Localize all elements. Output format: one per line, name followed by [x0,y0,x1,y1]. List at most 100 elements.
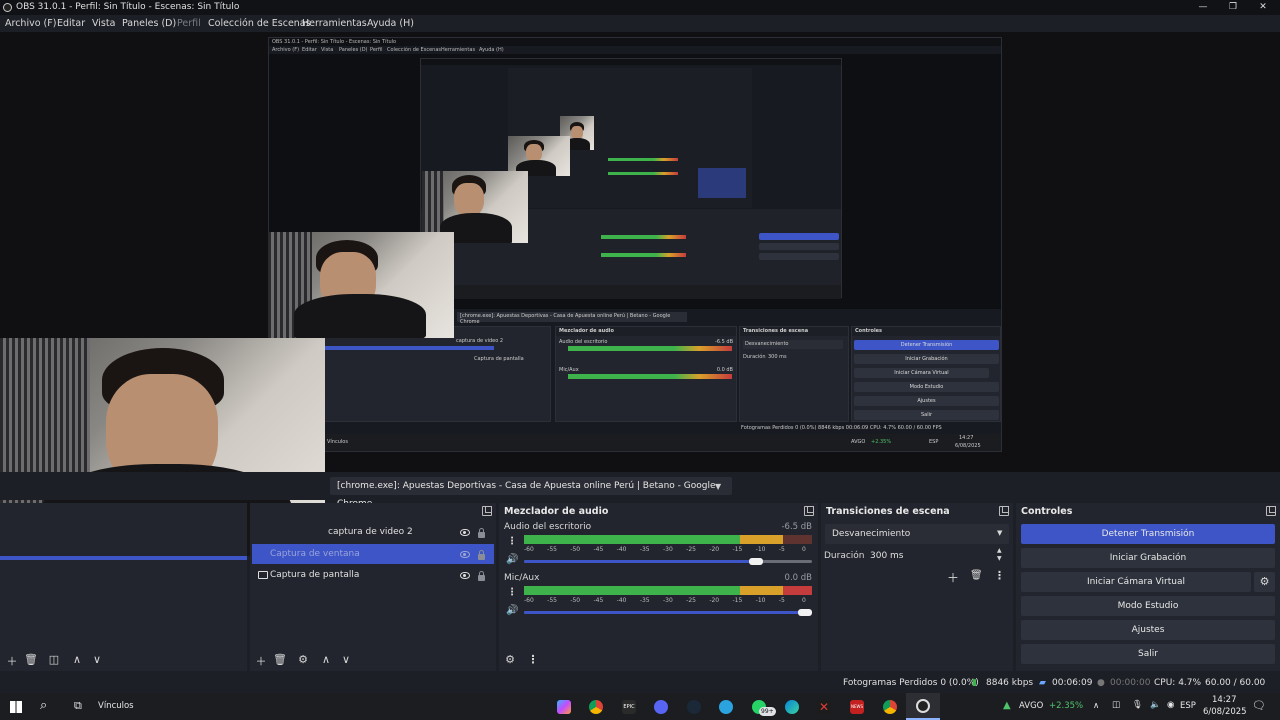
steam-icon[interactable] [687,700,701,714]
selected-scene-row[interactable] [0,556,247,560]
task-view-icon[interactable]: ⧉ [74,699,82,713]
title-bar: OBS 31.0.1 - Perfil: Sin Título - Escena… [0,0,1280,15]
add-scene-button[interactable]: ＋ [4,653,20,669]
meter-tick-label: -55 [547,597,557,604]
move-source-up-button[interactable]: ∧ [318,653,334,666]
minimize-button[interactable]: — [1188,0,1218,15]
dropped-frames: Fotogramas Perdidos 0 (0.0%) [843,678,979,688]
menu-vista[interactable]: Vista [92,15,115,32]
remove-transition-button[interactable]: 🗑 [970,570,983,581]
app-x-icon[interactable]: ✕ [817,700,831,714]
copilot-icon[interactable] [557,700,571,714]
source-row-video-capture[interactable]: captura de video 2 [252,522,494,542]
eye-icon[interactable] [460,529,470,536]
exit-button[interactable]: Salir [1021,644,1275,664]
source-row-window-capture[interactable]: Captura de ventana [252,544,494,564]
status-bar: Fotogramas Perdidos 0 (0.0%) ▮ 8846 kbps… [0,674,1280,707]
chevron-down-icon[interactable]: ▼ [715,482,721,491]
news-app-icon[interactable]: NEWS [850,700,864,714]
menu-coleccion-escenas[interactable]: Colección de Escenas [208,15,311,32]
move-source-down-button[interactable]: ∨ [338,653,354,666]
lock-icon[interactable] [478,571,485,581]
lock-icon[interactable] [478,528,485,538]
menu-archivo[interactable]: Archivo (F) [5,15,56,32]
duration-stepper[interactable]: ▲ ▼ [997,547,1002,563]
tray-chevron-up-icon[interactable]: ∧ [1093,701,1099,711]
nested-transitions-dock: Transiciones de escena Desvanecimiento D… [739,326,849,422]
window-source-select[interactable]: [chrome.exe]: Apuestas Deportivas - Casa… [330,477,732,509]
language-indicator[interactable]: ESP [1180,701,1196,711]
menu-herramientas[interactable]: Herramientas [302,15,367,32]
start-virtual-camera-button[interactable]: Iniciar Cámara Virtual [1021,572,1251,592]
links-toolbar[interactable]: Vínculos [98,701,134,711]
maximize-button[interactable]: ❐ [1218,0,1248,15]
move-scene-down-button[interactable]: ∨ [89,653,105,666]
headset-icon[interactable]: ◉ [1167,700,1174,710]
remove-scene-button[interactable]: 🗑 [23,653,39,666]
dock-undock-icon[interactable] [804,506,814,516]
volume-slider-handle[interactable] [749,558,764,565]
stock-symbol[interactable]: AVGO [1019,701,1043,711]
meter-tick-label: -15 [732,597,743,604]
close-button[interactable]: ✕ [1248,0,1278,15]
studio-mode-button[interactable]: Modo Estudio [1021,596,1275,616]
scene-filters-icon[interactable]: ◫ [46,653,62,666]
duration-input[interactable]: 300 ms [863,546,1009,566]
move-scene-up-button[interactable]: ∧ [69,653,85,666]
meter-tick-label: -45 [593,546,604,553]
volume-icon[interactable]: 🔈 [1150,700,1161,710]
menu-paneles[interactable]: Paneles (D) [122,15,176,32]
chrome-icon[interactable] [589,700,603,714]
add-source-button[interactable]: ＋ [253,653,269,669]
chrome-2-icon[interactable] [883,700,897,714]
speaker-icon[interactable]: 🔊 [506,554,518,565]
network-icon[interactable]: ◫ [1112,700,1120,710]
scenes-dock: ＋ 🗑 ◫ ∧ ∨ [0,503,247,671]
transition-select[interactable]: Desvanecimiento [825,524,1009,544]
dock-undock-icon[interactable] [1266,506,1276,516]
nested-menu-herramientas: Herramientas [441,47,476,53]
dock-undock-icon[interactable] [482,506,492,516]
obs-taskbar-button[interactable] [906,693,940,720]
meter-tick-label: -5 [778,597,785,604]
channel-menu-icon[interactable]: ⋮ [507,536,517,547]
start-recording-button[interactable]: Iniciar Grabación [1021,548,1275,568]
meter-tick-label: -60 [524,546,534,553]
menu-ayuda[interactable]: Ayuda (H) [367,15,414,32]
telegram-icon[interactable] [719,700,733,714]
dock-undock-icon[interactable] [999,506,1009,516]
epic-games-icon[interactable]: EPIC [622,700,636,714]
add-transition-button[interactable]: ＋ [947,569,959,586]
eye-hidden-icon[interactable] [460,551,470,558]
volume-slider-handle[interactable] [798,609,812,616]
stop-streaming-button[interactable]: Detener Transmisión [1021,524,1275,544]
eye-icon[interactable] [460,572,470,579]
menu-perfil[interactable]: Perfil [177,15,201,32]
edge-icon[interactable] [785,700,799,714]
clock-time[interactable]: 14:27 [1212,695,1237,705]
stock-change[interactable]: +2.35% [1049,701,1083,711]
settings-button[interactable]: Ajustes [1021,620,1275,640]
menu-editar[interactable]: Editar [57,15,85,32]
advanced-audio-gear-icon[interactable]: ⚙ [502,653,518,666]
mixer-menu-icon[interactable]: ⋮ [525,653,541,666]
clock-date[interactable]: 6/08/2025 [1203,707,1247,717]
search-icon[interactable]: ⌕ [40,698,47,713]
source-properties-gear-icon[interactable]: ⚙ [295,653,311,666]
speaker-icon[interactable]: 🔊 [506,605,518,616]
channel-menu-icon[interactable]: ⋮ [507,587,517,598]
lock-icon[interactable] [478,550,485,560]
discord-icon[interactable] [654,700,668,714]
notifications-icon[interactable]: 🗨 [1252,699,1266,712]
windows-start-icon[interactable] [10,701,22,713]
webcam-overlay-4 [508,136,570,176]
mixer-title: Mezclador de audio [504,506,609,517]
virtual-camera-gear-icon[interactable]: ⚙ [1254,572,1275,592]
microphone-icon[interactable]: 🎙 [1132,700,1143,710]
meter-tick-label: -30 [663,546,673,553]
remove-source-button[interactable]: 🗑 [272,653,288,666]
transition-menu-icon[interactable]: ⋮ [994,569,1005,582]
volume-slider-fill [524,611,812,614]
source-row-screen-capture[interactable]: Captura de pantalla [252,565,494,585]
chevron-down-icon[interactable]: ▼ [997,529,1002,537]
